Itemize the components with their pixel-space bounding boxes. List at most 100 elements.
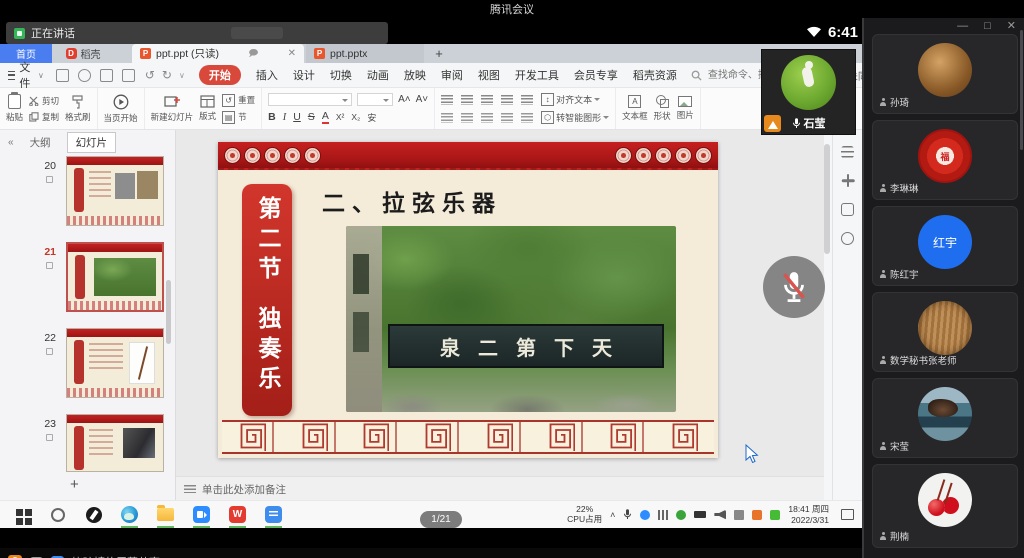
align-left-icon[interactable] xyxy=(441,113,453,123)
participant-tile[interactable]: 福 李琳琳 xyxy=(872,120,1018,200)
new-tab-button[interactable]: + xyxy=(424,44,454,63)
slide-thumbnail-21-selected[interactable] xyxy=(66,242,164,312)
file-explorer-button[interactable] xyxy=(156,505,175,524)
taskbar-clock[interactable]: 18:41 周四 2022/3/31 xyxy=(788,504,829,524)
tray-green-app-icon[interactable] xyxy=(676,510,686,520)
cut-button[interactable]: 剪切 xyxy=(29,95,59,107)
paste-button[interactable]: 粘贴 xyxy=(6,94,23,123)
ribbon-tab-home[interactable]: 开始 xyxy=(199,65,241,85)
close-button[interactable]: ✕ xyxy=(1007,20,1016,32)
wps-office-button[interactable]: W xyxy=(228,505,247,524)
search-taskbar-button[interactable] xyxy=(48,505,67,524)
tray-wechat-icon[interactable] xyxy=(770,510,780,520)
ribbon-tab-member[interactable]: 会员专享 xyxy=(574,67,618,83)
ribbon-tab-view[interactable]: 视图 xyxy=(478,67,500,83)
add-slide-button[interactable]: + xyxy=(70,476,79,493)
strikethrough-button[interactable]: S xyxy=(308,111,315,123)
file-menu[interactable]: 文件 ∨ xyxy=(8,59,44,91)
tray-signal-icon[interactable] xyxy=(658,510,668,520)
canvas-scrollbar[interactable] xyxy=(824,144,830,254)
tab-close-icon[interactable]: ✕ xyxy=(288,48,296,59)
browser-button[interactable] xyxy=(120,505,139,524)
undo-icon[interactable]: ↺ xyxy=(145,68,155,82)
picture-button[interactable]: 图片 xyxy=(677,96,694,121)
tab-comment-icon[interactable]: 🗩 xyxy=(248,46,258,62)
participant-tile[interactable]: 数学秘书张老师 xyxy=(872,292,1018,372)
tray-meeting-icon[interactable] xyxy=(640,510,650,520)
ribbon-tab-transition[interactable]: 切换 xyxy=(330,67,352,83)
format-painter-button[interactable]: 格式刷 xyxy=(65,95,91,123)
text-box-button[interactable]: A 文本框 xyxy=(622,95,648,122)
font-size-select[interactable] xyxy=(357,93,393,106)
subscript-button[interactable]: X₂ xyxy=(351,112,360,122)
tray-network-icon[interactable] xyxy=(734,510,744,520)
tray-battery-icon[interactable] xyxy=(694,511,706,518)
document-tab-other[interactable]: P ppt.pptx xyxy=(306,44,424,63)
minimize-button[interactable]: — xyxy=(957,20,968,32)
current-slide[interactable]: 第二节 独奏乐 二、拉弦乐器 泉二第下天 xyxy=(218,142,718,458)
underline-button[interactable]: U xyxy=(293,111,301,123)
slide-thumbnail-23[interactable] xyxy=(66,414,164,472)
participant-tile[interactable]: 红宇 陈红宇 xyxy=(872,206,1018,286)
ribbon-tab-slideshow[interactable]: 放映 xyxy=(404,67,426,83)
line-spacing-icon[interactable] xyxy=(521,95,533,105)
help-compass-icon[interactable] xyxy=(841,232,854,245)
superscript-button[interactable]: X² xyxy=(336,112,345,122)
increase-font-button[interactable]: A˄ xyxy=(398,94,411,105)
participant-tile[interactable]: 宋莹 xyxy=(872,378,1018,458)
docs-app-button[interactable] xyxy=(264,505,283,524)
outline-tab[interactable]: 大纲 xyxy=(22,133,59,152)
slide-thumbnail-20[interactable] xyxy=(66,156,164,226)
preview-icon[interactable] xyxy=(122,69,135,82)
participant-tile[interactable]: 荆楠 xyxy=(872,464,1018,548)
italic-button[interactable]: I xyxy=(283,112,287,123)
reset-button[interactable]: ↺ 重置 xyxy=(222,94,255,107)
copy-button[interactable]: 复制 xyxy=(29,111,59,123)
align-text-dropdown[interactable]: ↕ 对齐文本 xyxy=(541,93,600,106)
document-tab-active[interactable]: P ppt.ppt (只读) 🗩 ✕ xyxy=(132,44,304,63)
beautify-icon[interactable] xyxy=(841,174,854,187)
new-slide-button[interactable]: 新建幻灯片 xyxy=(151,95,194,123)
align-center-icon[interactable] xyxy=(461,113,473,123)
tray-expand-icon[interactable]: ˄ xyxy=(610,510,615,520)
properties-icon[interactable] xyxy=(841,146,854,158)
ribbon-tab-insert[interactable]: 插入 xyxy=(256,67,278,83)
start-button[interactable] xyxy=(12,505,31,524)
redo-icon[interactable]: ↻ xyxy=(162,68,172,82)
tencent-meeting-button[interactable] xyxy=(192,505,211,524)
slide-thumbnail-22[interactable] xyxy=(66,328,164,398)
save-icon[interactable] xyxy=(56,69,69,82)
notification-center-icon[interactable] xyxy=(841,509,854,520)
ribbon-tab-docer-res[interactable]: 稻壳资源 xyxy=(633,67,677,83)
notes-bar[interactable]: 单击此处添加备注 xyxy=(176,476,824,502)
font-color-button[interactable]: A xyxy=(322,110,329,124)
collapse-panel-icon[interactable]: « xyxy=(8,137,14,148)
bold-button[interactable]: B xyxy=(268,111,276,123)
columns-icon[interactable] xyxy=(521,113,533,123)
active-speaker-tile[interactable]: 石莹 xyxy=(762,50,855,134)
font-name-select[interactable] xyxy=(268,93,352,106)
justify-icon[interactable] xyxy=(501,113,513,123)
sidebar-scrollbar[interactable] xyxy=(1020,30,1023,150)
participant-tile[interactable]: 孙琦 xyxy=(872,34,1018,114)
ribbon-tab-animation[interactable]: 动画 xyxy=(367,67,389,83)
ribbon-tab-design[interactable]: 设计 xyxy=(293,67,315,83)
increase-indent-icon[interactable] xyxy=(501,95,513,105)
ribbon-tab-review[interactable]: 审阅 xyxy=(441,67,463,83)
bullet-list-icon[interactable] xyxy=(441,95,453,105)
tray-speaker-icon[interactable] xyxy=(714,510,726,520)
play-current-button[interactable]: 当页开始 xyxy=(104,94,138,124)
docer-tab[interactable]: D 稻壳 xyxy=(52,44,114,63)
shapes-button[interactable]: 形状 xyxy=(654,95,671,122)
ribbon-tab-developer[interactable]: 开发工具 xyxy=(515,67,559,83)
smart-graphic-dropdown[interactable]: ⬡ 转智能图形 xyxy=(541,111,609,124)
align-right-icon[interactable] xyxy=(481,113,493,123)
phonetic-guide-button[interactable]: 安 xyxy=(367,111,376,124)
section-button[interactable]: ▤ 节 xyxy=(222,111,255,124)
output-icon[interactable] xyxy=(78,69,91,82)
tray-orange-app-icon[interactable] xyxy=(752,510,762,520)
layout-button[interactable]: 版式 xyxy=(199,95,216,122)
slides-tab[interactable]: 幻灯片 xyxy=(67,132,117,153)
numbered-list-icon[interactable] xyxy=(461,95,473,105)
decrease-font-button[interactable]: A˅ xyxy=(416,94,429,105)
